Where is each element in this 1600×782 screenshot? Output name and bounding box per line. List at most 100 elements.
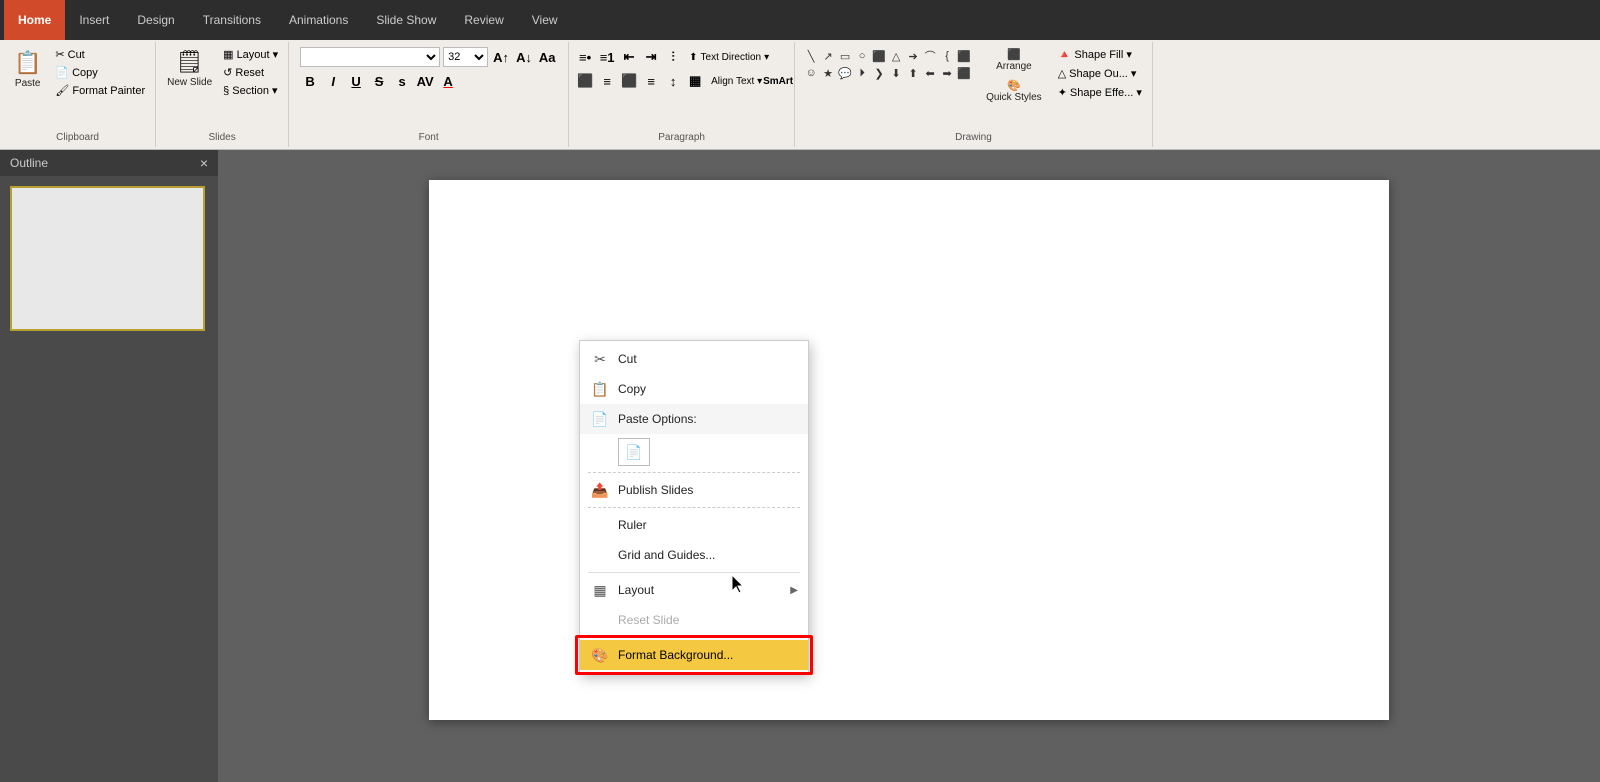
shape-left[interactable]: ⬅ <box>922 65 938 81</box>
bullets-button[interactable]: ≡• <box>575 47 595 67</box>
tab-slideshow[interactable]: Slide Show <box>362 0 450 40</box>
bold-button[interactable]: B <box>300 71 320 91</box>
context-menu: ✂ Cut 📋 Copy 📄 Paste Options: 📄 📤 <box>579 340 809 674</box>
smartart-button[interactable]: SmArt <box>768 71 788 91</box>
paragraph-group: ≡• ≡1 ⇤ ⇥ ⫶ ⬆ Text Direction ▾ ⬛ ≡ ⬛ ≡ ↕… <box>569 42 795 147</box>
copy-icon: 📄 <box>55 66 69 79</box>
separator-4 <box>588 637 800 638</box>
shape-right[interactable]: ➡ <box>939 65 955 81</box>
shape-smiley[interactable]: ☺ <box>803 65 819 81</box>
columns-button[interactable]: ⫶ <box>663 47 683 67</box>
shape-cube[interactable]: ⬛ <box>956 65 972 81</box>
section-button[interactable]: § Section ▾ <box>219 82 282 99</box>
slides-panel: Outline × <box>0 150 218 782</box>
columns2-button[interactable]: ▦ <box>685 71 705 91</box>
increase-indent-button[interactable]: ⇥ <box>641 47 661 67</box>
shape-brace[interactable]: { <box>939 48 955 64</box>
font-size-select[interactable]: 32 <box>443 47 488 67</box>
layout-icon: ▦ <box>223 48 233 61</box>
slide-thumbnail[interactable] <box>10 186 205 331</box>
context-menu-publish-slides[interactable]: 📤 Publish Slides <box>580 475 808 505</box>
shape-outline-button[interactable]: △ Shape Ou... ▾ <box>1054 65 1146 82</box>
decrease-indent-button[interactable]: ⇤ <box>619 47 639 67</box>
shape-oval[interactable]: ○ <box>854 48 870 64</box>
copy-button[interactable]: 📄 Copy <box>51 64 149 81</box>
font-group: 32 A↑ A↓ Aa B I U S s AV A Font <box>289 42 569 147</box>
quick-styles-button[interactable]: 🎨 Quick Styles <box>980 77 1048 105</box>
align-center-button[interactable]: ≡ <box>597 71 617 91</box>
font-color-button[interactable]: A <box>438 71 458 91</box>
justify-button[interactable]: ≡ <box>641 71 661 91</box>
underline-button[interactable]: U <box>346 71 366 91</box>
shape-curve[interactable]: ⌒ <box>922 48 938 64</box>
layout-button[interactable]: ▦ Layout ▾ <box>219 46 282 63</box>
shape-callout[interactable]: 💬 <box>837 65 853 81</box>
align-text-button[interactable]: Align Text ▾ <box>707 74 766 89</box>
shape-more[interactable]: ⬛ <box>871 48 887 64</box>
shape-up[interactable]: ⬆ <box>905 65 921 81</box>
shape-fill-icon: 🔺 <box>1058 48 1072 61</box>
font-label: Font <box>295 130 562 143</box>
grid-icon <box>590 545 610 565</box>
format-painter-button[interactable]: 🖌 Format Painter <box>51 82 149 99</box>
tab-transitions[interactable]: Transitions <box>189 0 275 40</box>
shape-fill-button[interactable]: 🔺 Shape Fill ▾ <box>1054 46 1146 63</box>
shape-arrow[interactable]: ↗ <box>820 48 836 64</box>
context-menu-format-background[interactable]: 🎨 Format Background... <box>580 640 808 670</box>
cut-button[interactable]: ✂ Cut <box>51 46 149 63</box>
shape-tri[interactable]: △ <box>888 48 904 64</box>
shape-down[interactable]: ⬇ <box>888 65 904 81</box>
slides-label: Slides <box>162 130 282 143</box>
format-background-icon: 🎨 <box>590 645 610 665</box>
align-left-button[interactable]: ⬛ <box>575 71 595 91</box>
font-face-select[interactable] <box>300 47 440 67</box>
italic-button[interactable]: I <box>323 71 343 91</box>
increase-font-button[interactable]: A↑ <box>491 47 511 67</box>
shape-action[interactable]: ⏵ <box>854 65 870 81</box>
shape-line[interactable]: ╲ <box>803 48 819 64</box>
reset-button[interactable]: ↺ Reset <box>219 64 282 81</box>
paste-button[interactable]: 📋 Paste <box>6 46 49 93</box>
tab-view[interactable]: View <box>518 0 572 40</box>
cut-icon: ✂ <box>590 349 610 369</box>
change-case-button[interactable]: Aa <box>537 47 557 67</box>
context-menu-copy[interactable]: 📋 Copy <box>580 374 808 404</box>
font-spacing-button[interactable]: AV <box>415 71 435 91</box>
context-menu-reset-slide[interactable]: Reset Slide <box>580 605 808 635</box>
paste-option-keep-format[interactable]: 📄 <box>618 438 650 466</box>
shape-scroll[interactable]: ⬛ <box>956 48 972 64</box>
shape-effects-button[interactable]: ✦ Shape Effe... ▾ <box>1054 84 1146 101</box>
shape-arrow2[interactable]: ➔ <box>905 48 921 64</box>
align-right-button[interactable]: ⬛ <box>619 71 639 91</box>
clipboard-group: 📋 Paste ✂ Cut 📄 Copy 🖌 Format Painter <box>0 42 156 147</box>
new-slide-button[interactable]: 🗒 New Slide <box>162 46 217 91</box>
numbering-button[interactable]: ≡1 <box>597 47 617 67</box>
shape-chevron[interactable]: ❯ <box>871 65 887 81</box>
tab-design[interactable]: Design <box>123 0 188 40</box>
context-menu-ruler[interactable]: Ruler <box>580 510 808 540</box>
shape-outline-icon: △ <box>1058 67 1066 80</box>
slide-canvas: ✂ Cut 📋 Copy 📄 Paste Options: 📄 📤 <box>429 180 1389 720</box>
context-menu-cut[interactable]: ✂ Cut <box>580 344 808 374</box>
tab-animations[interactable]: Animations <box>275 0 362 40</box>
tab-review[interactable]: Review <box>450 0 517 40</box>
line-spacing-button[interactable]: ↕ <box>663 71 683 91</box>
tab-insert[interactable]: Insert <box>65 0 123 40</box>
layout-icon: ▦ <box>590 580 610 600</box>
slides-panel-close-button[interactable]: × <box>200 155 208 171</box>
text-direction-icon: ⬆ <box>689 52 697 63</box>
context-menu-grid-guides[interactable]: Grid and Guides... <box>580 540 808 570</box>
shape-effects-icon: ✦ <box>1058 86 1067 99</box>
shape-rect[interactable]: ▭ <box>837 48 853 64</box>
quick-styles-icon: 🎨 <box>1007 79 1021 92</box>
shadow-button[interactable]: s <box>392 71 412 91</box>
shape-star[interactable]: ★ <box>820 65 836 81</box>
context-menu-layout[interactable]: ▦ Layout ▶ <box>580 575 808 605</box>
strikethrough-button[interactable]: S <box>369 71 389 91</box>
arrange-button[interactable]: ⬛ Arrange <box>990 46 1038 74</box>
cut-icon: ✂ <box>55 48 64 61</box>
tab-home[interactable]: Home <box>4 0 65 40</box>
text-direction-button[interactable]: ⬆ Text Direction ▾ <box>685 50 773 65</box>
decrease-font-button[interactable]: A↓ <box>514 47 534 67</box>
canvas-area[interactable]: ✂ Cut 📋 Copy 📄 Paste Options: 📄 📤 <box>218 150 1600 782</box>
